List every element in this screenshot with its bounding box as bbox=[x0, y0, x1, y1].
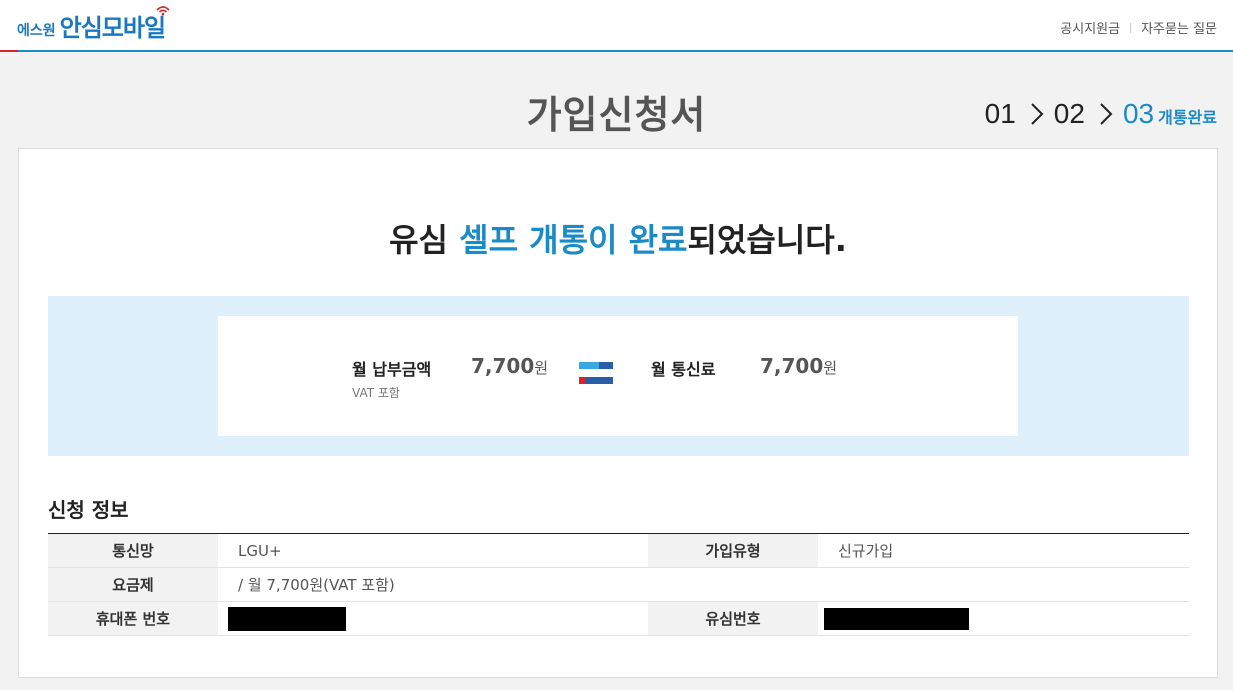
step-indicator: 01 02 03 개통완료 bbox=[985, 98, 1217, 130]
application-info-table: 통신망 LGU+ 가입유형 신규가입 요금제 / 월 7,700원(VAT 포함… bbox=[48, 533, 1189, 636]
chevron-right-icon bbox=[1100, 103, 1113, 125]
monthly-fee-label: 월 통신료 bbox=[651, 360, 716, 379]
brand-logo[interactable]: 에스원 안심모바일 bbox=[17, 6, 170, 46]
phone-value bbox=[218, 602, 648, 635]
table-row: 요금제 / 월 7,700원(VAT 포함) bbox=[48, 568, 1189, 602]
link-faq[interactable]: 자주묻는 질문 bbox=[1141, 18, 1217, 37]
link-divider bbox=[1130, 22, 1132, 33]
completion-message: 유심 셀프 개통이 완료되었습니다. bbox=[19, 215, 1217, 261]
join-type-value: 신규가입 bbox=[838, 542, 894, 560]
equals-icon bbox=[579, 362, 613, 384]
top-header: 에스원 안심모바일 공시지원금 자주묻는 질문 bbox=[0, 0, 1233, 52]
step-1: 01 bbox=[984, 98, 1016, 129]
join-type-label: 가입유형 bbox=[648, 534, 818, 567]
payment-summary: 월 납부금액 VAT 포함 7,700원 월 통신료 7,700원 bbox=[218, 316, 1018, 436]
monthly-fee-value: 7,700원 bbox=[760, 354, 838, 378]
table-row: 통신망 LGU+ 가입유형 신규가입 bbox=[48, 534, 1189, 568]
vat-note: VAT 포함 bbox=[352, 386, 400, 400]
plan-label: 요금제 bbox=[48, 568, 218, 601]
network-value: LGU+ bbox=[238, 541, 282, 560]
top-links: 공시지원금 자주묻는 질문 bbox=[1060, 18, 1217, 37]
message-prefix: 유심 bbox=[389, 221, 460, 259]
application-card: 유심 셀프 개통이 완료되었습니다. 월 납부금액 VAT 포함 7,700원 … bbox=[18, 148, 1218, 678]
step-3: 03 bbox=[1122, 98, 1155, 129]
redacted-usim-number bbox=[824, 607, 969, 630]
monthly-payment-value: 7,700원 bbox=[471, 354, 549, 378]
logo-main-text: 안심모바일 bbox=[59, 14, 166, 42]
monthly-payment-label: 월 납부금액 bbox=[352, 360, 432, 379]
usim-value bbox=[818, 602, 1189, 635]
link-subsidy[interactable]: 공시지원금 bbox=[1060, 18, 1120, 37]
network-label: 통신망 bbox=[48, 534, 218, 567]
message-suffix: 되었습니다. bbox=[687, 221, 847, 259]
redacted-phone-number bbox=[228, 606, 346, 631]
logo-sub-text: 에스원 bbox=[17, 23, 56, 39]
plan-value: / 월 7,700원(VAT 포함) bbox=[238, 576, 395, 594]
message-highlight: 셀프 개통이 완료 bbox=[459, 221, 688, 259]
header-accent-line bbox=[0, 50, 18, 52]
usim-label: 유심번호 bbox=[648, 602, 818, 635]
phone-label: 휴대폰 번호 bbox=[48, 602, 218, 635]
wifi-icon bbox=[156, 6, 170, 16]
step-2: 02 bbox=[1053, 98, 1085, 129]
table-row: 휴대폰 번호 유심번호 bbox=[48, 602, 1189, 636]
payment-summary-band: 월 납부금액 VAT 포함 7,700원 월 통신료 7,700원 bbox=[48, 296, 1189, 456]
section-title: 신청 정보 bbox=[48, 498, 129, 522]
chevron-right-icon bbox=[1031, 103, 1044, 125]
step-3-label: 개통완료 bbox=[1158, 108, 1217, 127]
